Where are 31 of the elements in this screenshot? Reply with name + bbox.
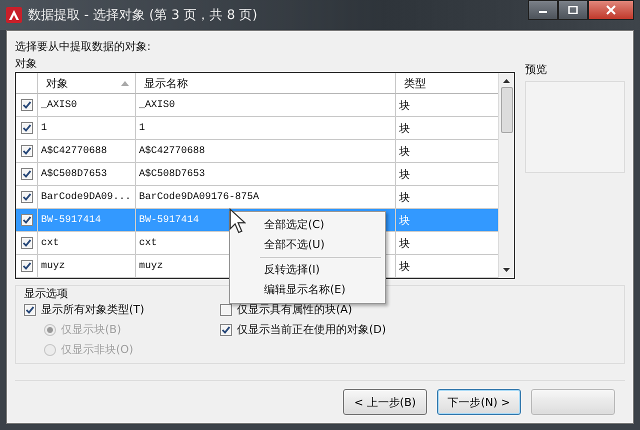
table-cell-text: 块 (398, 258, 411, 274)
table-cell: cxt (38, 232, 136, 254)
table-cell-text: 块 (398, 190, 411, 206)
group-title: 对象 (15, 56, 37, 71)
table-cell: 1 (136, 117, 396, 139)
window-title: 数据提取 - 选择对象 (第 3 页，共 8 页) (28, 7, 258, 24)
option-label: 仅显示非块(O) (61, 342, 134, 357)
table-cell: _AXIS0 (38, 94, 136, 116)
table-cell-text: 块 (398, 212, 411, 228)
table-cell: A$C42770688 (38, 140, 136, 162)
option-label: 仅显示具有属性的块(A) (237, 302, 352, 317)
table-cell: BW-5917414 (38, 209, 136, 231)
table-cell-text: 块 (398, 120, 411, 136)
option-label: 显示所有对象类型(T) (41, 302, 144, 317)
table-cell-text: 块 (398, 98, 411, 114)
table-cell: BarCode9DA09176-875A (136, 186, 396, 208)
table-cell-text: 块 (398, 166, 411, 182)
option-label: 仅显示当前正在使用的对象(D) (237, 322, 386, 337)
group-title: 显示选项 (24, 286, 68, 301)
group-title: 预览 (525, 62, 547, 77)
table-cell: A$C508D7653 (136, 163, 396, 185)
table-cell-text: 块 (398, 144, 411, 160)
table-cell: muyz (38, 255, 136, 277)
option-label: 仅显示块(B) (61, 322, 122, 337)
table-cell-text: 块 (398, 236, 411, 252)
table-cell: _AXIS0 (136, 94, 396, 116)
table-cell: BarCode9DA09... (38, 186, 136, 208)
table-cell: 1 (38, 117, 136, 139)
table-cell: A$C42770688 (136, 140, 396, 162)
table-cell: A$C508D7653 (38, 163, 136, 185)
instruction-text: 选择要从中提取数据的对象: (15, 39, 152, 54)
